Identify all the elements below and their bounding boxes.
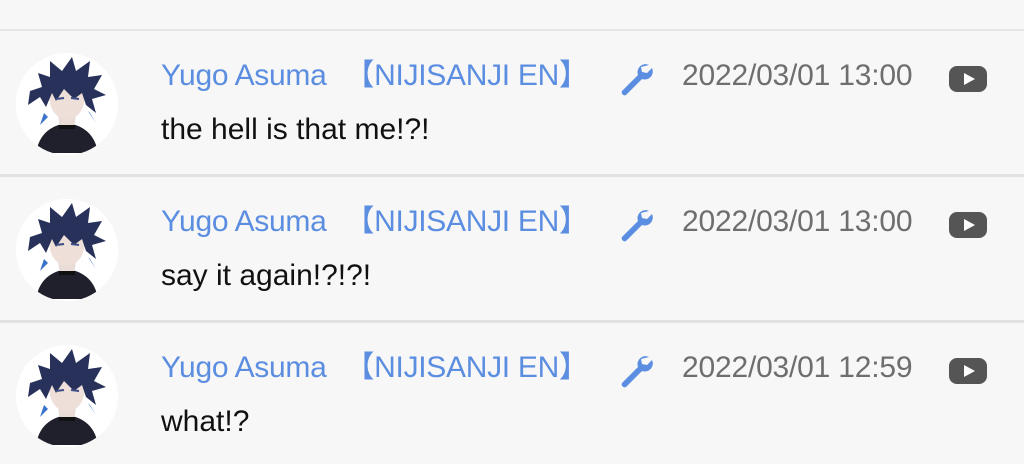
timestamp: 2022/03/01 13:00	[682, 59, 913, 92]
author-display-name: Yugo Asuma	[161, 59, 327, 92]
author-tag: 【NIJISANJI EN】	[344, 351, 589, 384]
message-text: say it again!?!?!	[161, 259, 372, 292]
author-tag: 【NIJISANJI EN】	[344, 205, 589, 238]
avatar[interactable]	[16, 53, 118, 155]
chat-message[interactable]: Yugo Asuma 【NIJISANJI EN】 2022/03/01 13:0…	[0, 31, 1024, 177]
chat-feed: Yugo Asuma 【NIJISANJI EN】 2022/03/01 13:0…	[0, 0, 1024, 464]
author-name[interactable]: Yugo Asuma 【NIJISANJI EN】	[161, 58, 589, 94]
author-name[interactable]: Yugo Asuma 【NIJISANJI EN】	[161, 204, 589, 240]
chat-message[interactable]: Yugo Asuma 【NIJISANJI EN】 2022/03/01 12:5…	[0, 323, 1024, 464]
wrench-icon	[616, 204, 656, 244]
youtube-icon[interactable]	[948, 211, 988, 239]
author-tag: 【NIJISANJI EN】	[344, 59, 589, 92]
wrench-icon	[616, 58, 656, 98]
avatar[interactable]	[16, 345, 118, 447]
previous-message-edge	[0, 0, 1024, 31]
timestamp: 2022/03/01 12:59	[682, 351, 913, 384]
author-name[interactable]: Yugo Asuma 【NIJISANJI EN】	[161, 350, 589, 386]
youtube-icon[interactable]	[948, 357, 988, 385]
chat-message[interactable]: Yugo Asuma 【NIJISANJI EN】 2022/03/01 13:0…	[0, 177, 1024, 323]
author-display-name: Yugo Asuma	[161, 351, 327, 384]
avatar[interactable]	[16, 199, 118, 301]
wrench-icon	[616, 350, 656, 390]
message-text: the hell is that me!?!	[161, 113, 430, 146]
timestamp: 2022/03/01 13:00	[682, 205, 913, 238]
youtube-icon[interactable]	[948, 65, 988, 93]
author-display-name: Yugo Asuma	[161, 205, 327, 238]
message-text: what!?	[161, 405, 250, 438]
